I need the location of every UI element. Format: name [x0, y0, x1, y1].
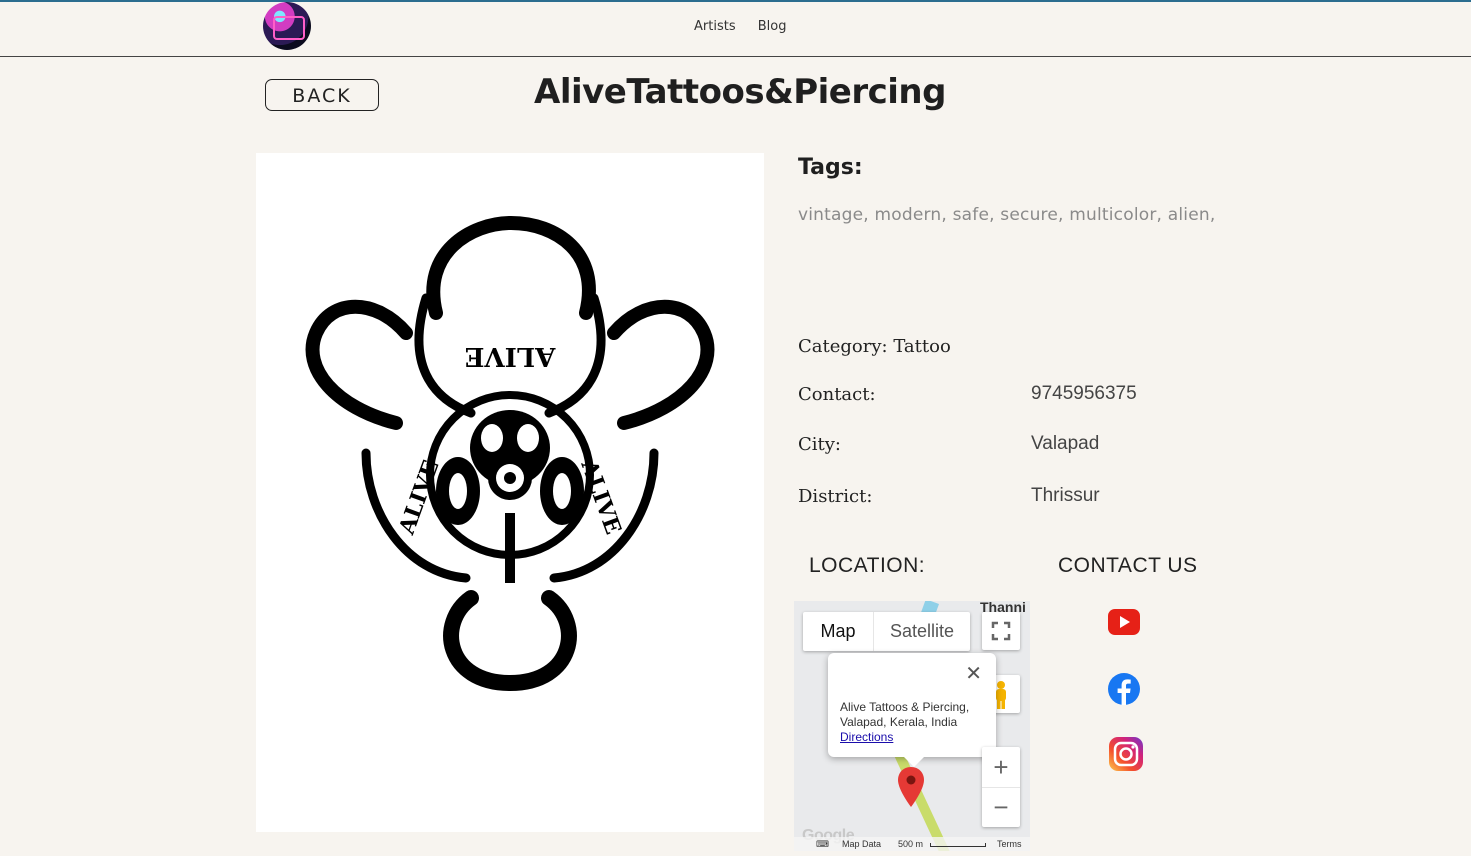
district-value: Thrissur: [1031, 485, 1100, 506]
map-pin-icon[interactable]: [898, 767, 924, 811]
location-map[interactable]: Thanni Map Satellite ✕ Alive Tattoos & P…: [794, 601, 1030, 851]
instagram-icon[interactable]: [1109, 737, 1143, 775]
nav-blog-link[interactable]: Blog: [758, 19, 787, 34]
tags-list: vintage, modern, safe, secure, multicolo…: [798, 205, 1216, 225]
contact-value: 9745956375: [1031, 383, 1137, 404]
youtube-icon[interactable]: [1108, 609, 1140, 639]
zoom-in-button[interactable]: +: [982, 747, 1020, 788]
fullscreen-icon: [991, 621, 1011, 641]
zoom-out-button[interactable]: −: [982, 787, 1020, 827]
category-value: Tattoo: [893, 336, 951, 357]
contact-label: Contact:: [798, 384, 876, 405]
facebook-icon[interactable]: [1108, 673, 1140, 709]
main-nav: Artists Blog: [694, 19, 804, 34]
nav-artists-link[interactable]: Artists: [694, 19, 736, 34]
city-label: City:: [798, 434, 841, 455]
contact-us-heading: CONTACT US: [1058, 554, 1198, 577]
map-info-window: ✕ Alive Tattoos & Piercing, Valapad, Ker…: [828, 653, 996, 767]
map-type-toggle: Map Satellite: [803, 612, 970, 651]
satellite-tab-button[interactable]: Satellite: [874, 612, 970, 651]
site-header: Artists Blog: [0, 2, 1471, 57]
tattoo-image: ALIVE ALIVE ALIVE: [256, 153, 764, 832]
zoom-controls: + −: [982, 747, 1020, 827]
directions-link[interactable]: Directions: [840, 730, 893, 744]
map-data-label[interactable]: Map Data: [842, 839, 881, 849]
tags-heading: Tags:: [798, 155, 863, 180]
district-label: District:: [798, 486, 873, 507]
close-icon[interactable]: ✕: [965, 661, 982, 686]
map-scale-label: 500 m: [898, 839, 924, 849]
back-button[interactable]: BACK: [265, 79, 379, 111]
biohazard-tattoo-artwork: ALIVE ALIVE ALIVE: [305, 215, 715, 692]
category-label: Category:: [798, 336, 888, 357]
city-value: Valapad: [1031, 433, 1100, 454]
site-logo[interactable]: [263, 2, 311, 50]
map-footer: ⌨ Map Data 500 m Terms: [794, 837, 1030, 851]
fullscreen-button[interactable]: [982, 612, 1020, 650]
svg-text:ALIVE: ALIVE: [465, 341, 557, 371]
keyboard-icon[interactable]: ⌨: [816, 839, 829, 850]
category-row: Category: Tattoo: [798, 336, 951, 357]
map-tab-button[interactable]: Map: [803, 612, 874, 651]
map-scale-bar: [930, 843, 986, 847]
info-address: Alive Tattoos & Piercing, Valapad, Keral…: [840, 700, 970, 729]
map-terms-link[interactable]: Terms: [997, 839, 1022, 849]
page-title: AliveTattoos&Piercing: [534, 72, 946, 112]
location-heading: LOCATION:: [809, 554, 926, 577]
